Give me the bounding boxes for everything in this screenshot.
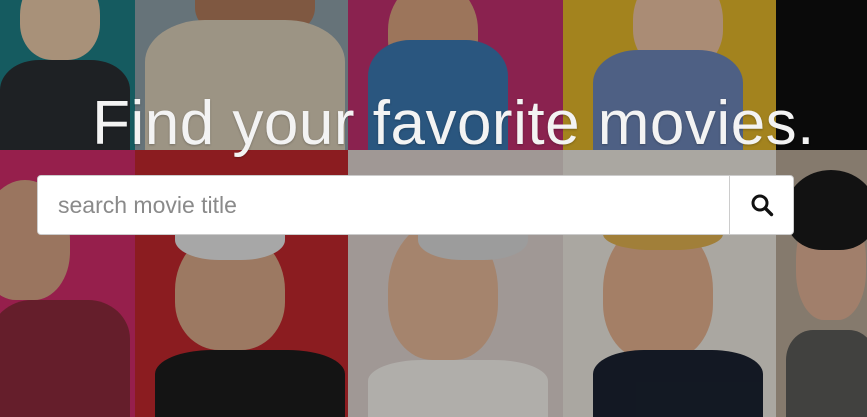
search-button[interactable] bbox=[729, 176, 793, 234]
page-title: Find your favorite movies. bbox=[92, 89, 815, 158]
search-input[interactable] bbox=[38, 176, 729, 234]
search-form bbox=[37, 175, 794, 235]
search-icon bbox=[751, 194, 773, 217]
